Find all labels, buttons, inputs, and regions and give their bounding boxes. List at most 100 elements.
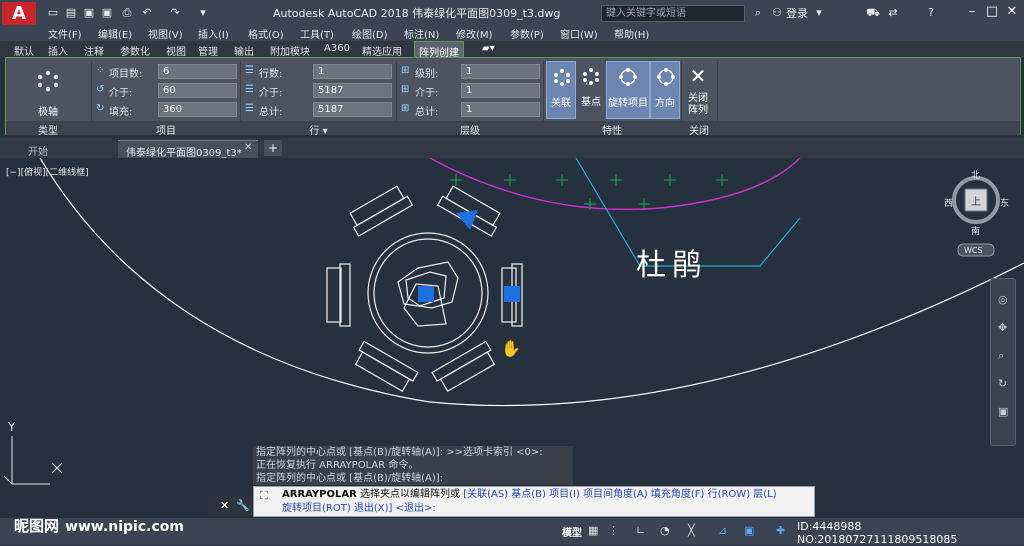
- save-icon[interactable]: ▣: [82, 6, 96, 19]
- cart-icon[interactable]: ⛟: [866, 6, 880, 19]
- undo-icon[interactable]: ↶: [140, 6, 154, 19]
- rows-field[interactable]: 1: [313, 64, 392, 79]
- pan-icon[interactable]: ✥: [998, 321, 1007, 334]
- items-between-field[interactable]: 60: [158, 83, 237, 98]
- ortho-icon[interactable]: ∟: [636, 524, 645, 537]
- viewcube-top-face[interactable]: 上: [971, 193, 981, 208]
- orbit-icon[interactable]: ↻: [998, 377, 1007, 390]
- customize-icon[interactable]: 🔧: [236, 499, 250, 512]
- full-navigation-wheel-icon[interactable]: ◎: [998, 293, 1008, 306]
- menu-dimension[interactable]: 标注(N): [404, 26, 439, 41]
- associative-button[interactable]: 关联: [546, 61, 576, 119]
- plant-symbol: [664, 174, 676, 186]
- new-tab-button[interactable]: +: [264, 140, 282, 156]
- doc-tab-start[interactable]: 开始: [20, 140, 116, 158]
- base-point-button[interactable]: + 基点: [576, 61, 606, 119]
- polar-type-button[interactable]: 极轴: [28, 66, 68, 118]
- rotate-items-button[interactable]: 旋转项目: [606, 61, 650, 119]
- tab-default[interactable]: 默认: [14, 43, 34, 58]
- exchange-icon[interactable]: ⇄: [886, 6, 900, 19]
- levels-field[interactable]: 1: [461, 64, 540, 79]
- menu-insert[interactable]: 插入(I): [198, 26, 229, 41]
- redo-icon[interactable]: ↷: [168, 6, 182, 19]
- search-icon[interactable]: ⌕: [751, 6, 765, 19]
- rows-between-field[interactable]: 5187: [313, 83, 392, 98]
- osnap-icon[interactable]: ╳: [688, 524, 695, 537]
- pan-cursor-icon: ✋: [501, 339, 521, 358]
- menu-parametric[interactable]: 参数(P): [510, 26, 544, 41]
- help-icon[interactable]: ?: [924, 6, 938, 19]
- command-line-input[interactable]: ⛶ ARRAYPOLAR 选择夹点以编辑阵列或 [关联(AS) 基点(B) 项目…: [253, 486, 815, 517]
- application-menu-button[interactable]: A: [2, 2, 36, 26]
- menu-tools[interactable]: 工具(T): [300, 26, 334, 41]
- login-button[interactable]: 登录: [786, 5, 808, 21]
- minimize-button[interactable]: –: [962, 3, 982, 21]
- maximize-button[interactable]: □: [982, 3, 1002, 21]
- panel-label-properties: 特性: [602, 126, 622, 137]
- model-space-button[interactable]: 模型: [562, 524, 582, 539]
- polar-tracking-icon[interactable]: ◔: [660, 524, 670, 537]
- dropdown-icon[interactable]: ▾: [812, 6, 826, 19]
- tab-output[interactable]: 输出: [234, 43, 254, 58]
- menu-help[interactable]: 帮助(H): [614, 26, 649, 41]
- annotation-scale-icon[interactable]: ⊿: [718, 524, 727, 537]
- tab-parametric[interactable]: 参数化: [120, 43, 150, 58]
- items-count-field[interactable]: 6: [158, 64, 237, 79]
- search-input[interactable]: 键入关键字或短语: [601, 5, 745, 22]
- associative-icon: [554, 69, 570, 86]
- tab-featured-apps[interactable]: 精选应用: [362, 43, 402, 58]
- menu-file[interactable]: 文件(F): [48, 26, 82, 41]
- close-tab-icon[interactable]: ✕: [244, 142, 252, 153]
- items-fill-label: 填充:: [109, 107, 133, 118]
- levels-icon: ⊞: [401, 65, 410, 76]
- tab-view[interactable]: 视图: [166, 43, 186, 58]
- viewport-controls[interactable]: [−][俯视][二维线框]: [6, 165, 89, 178]
- menu-view[interactable]: 视图(V): [148, 26, 183, 41]
- command-options-line2[interactable]: 旋转项目(ROT) 退出(X)] <退出>:: [282, 503, 436, 514]
- menu-window[interactable]: 窗口(W): [560, 26, 598, 41]
- panel-divider: [91, 61, 92, 121]
- ucs-icon: [3, 436, 63, 485]
- menu-edit[interactable]: 编辑(E): [98, 26, 132, 41]
- menu-modify[interactable]: 修改(M): [456, 26, 492, 41]
- open-folder-icon[interactable]: ▤: [64, 6, 78, 19]
- direction-button[interactable]: 方向: [650, 61, 680, 119]
- close-array-button[interactable]: ✕ 关闭 阵列: [683, 61, 713, 119]
- tab-annotate[interactable]: 注释: [84, 43, 104, 58]
- levels-between-field[interactable]: 1: [461, 83, 540, 98]
- user-icon[interactable]: ⚇: [770, 6, 784, 19]
- command-prompt-icon: ⛶: [260, 489, 268, 502]
- grid-icon[interactable]: ▦: [588, 524, 598, 537]
- save-as-icon[interactable]: ▣: [100, 6, 114, 19]
- image-id-text: ID:4448988 NO:20180727111809518085: [797, 520, 958, 546]
- snap-icon[interactable]: ⋮: [608, 524, 619, 537]
- quick-access-dropdown-icon[interactable]: ▾: [196, 6, 210, 19]
- tab-insert[interactable]: 插入: [48, 43, 68, 58]
- tab-addins[interactable]: 附加模块: [270, 43, 310, 58]
- close-command-line-icon[interactable]: ✕: [220, 499, 229, 512]
- viewcube[interactable]: 北 南 东 西 上 WCS: [944, 168, 1016, 278]
- tab-manage[interactable]: 管理: [198, 43, 218, 58]
- new-file-icon[interactable]: ▭: [46, 6, 60, 19]
- tab-array-creation[interactable]: 阵列创建: [414, 41, 464, 59]
- menu-draw[interactable]: 绘图(D): [352, 26, 388, 41]
- base-point-icon: +: [583, 68, 599, 85]
- tab-a360[interactable]: A360: [324, 43, 350, 54]
- workspace-icon[interactable]: ▣: [744, 524, 754, 537]
- ribbon-toggle-icon[interactable]: ▰▾: [482, 43, 495, 54]
- showmotion-icon[interactable]: ▣: [998, 405, 1008, 418]
- panel-label-rows[interactable]: 行 ▾: [241, 122, 396, 137]
- watermark: 昵图网 www.nipic.com: [14, 515, 184, 536]
- wcs-menu[interactable]: WCS: [964, 246, 983, 255]
- levels-total-icon: ⊞: [401, 103, 410, 114]
- items-fill-field[interactable]: 360: [158, 102, 237, 117]
- print-icon[interactable]: ⎙: [120, 6, 134, 19]
- command-options-line1[interactable]: [关联(AS) 基点(B) 项目(I) 项目间角度(A) 填充角度(F) 行(R…: [463, 489, 776, 500]
- doc-tab-drawing[interactable]: 伟泰绿化平面图0309_t3*: [118, 140, 258, 159]
- annotation-monitor-icon[interactable]: ✚: [776, 524, 785, 537]
- levels-total-field[interactable]: 1: [461, 102, 540, 117]
- menu-format[interactable]: 格式(O): [248, 26, 284, 41]
- rows-total-field[interactable]: 5187: [313, 102, 392, 117]
- close-button[interactable]: ✕: [1002, 3, 1022, 21]
- zoom-icon[interactable]: ⌕: [998, 349, 1004, 363]
